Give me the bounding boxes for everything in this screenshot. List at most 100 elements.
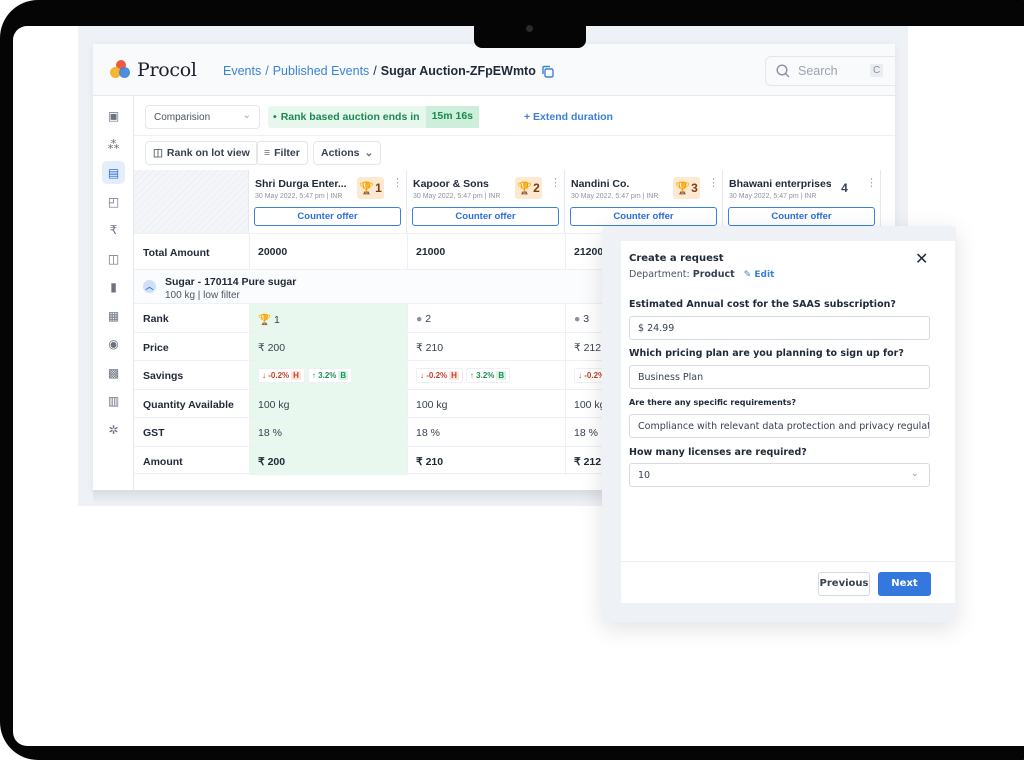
rank-on-lot-view-button[interactable]: ◫ Rank on lot view (145, 141, 258, 165)
layout-icon[interactable]: ▣ (102, 104, 125, 127)
rank-value: 1 (274, 314, 280, 326)
row-label: Amount (143, 455, 183, 468)
modal-title: Create a request (629, 253, 724, 264)
grid-corner (134, 170, 249, 233)
book-icon[interactable]: ◫ (102, 247, 125, 270)
trophy-icon: 🏆 (359, 181, 375, 195)
filter-icon: ≡ (264, 147, 271, 159)
vendor-header: Shri Durga Enter... 30 May 2022, 5:47 pm… (249, 170, 407, 233)
rank-number: 3 (691, 181, 698, 195)
vendor-name: Bhawani enterprises (729, 178, 832, 190)
vendor-meta: 30 May 2022, 5:47 pm | INR (255, 193, 343, 200)
rank-badge: 🏆 3 (673, 177, 700, 199)
store-icon[interactable]: ▦ (102, 304, 125, 327)
chevron-down-icon: ⌄ (910, 468, 919, 479)
auction-timer-badge: • Rank based auction ends in 15m 16s (268, 106, 480, 128)
total-amount-cell: 21000 (407, 234, 565, 270)
breadcrumb-separator: / (265, 64, 269, 78)
columns-icon: ◫ (153, 147, 163, 159)
bar-chart-icon[interactable]: ▮ (102, 275, 125, 298)
apps-icon[interactable]: ▩ (102, 361, 125, 384)
medal-icon: ● (574, 313, 581, 325)
row-label: Savings (143, 370, 184, 382)
next-button[interactable]: Next (878, 572, 931, 596)
camera-notch (474, 20, 586, 48)
database-icon[interactable]: ▥ (102, 389, 125, 412)
search-input[interactable]: Search C (765, 56, 895, 86)
rank-value: 2 (425, 313, 432, 325)
savings-down-pill: ↓ -0.2%H (258, 368, 305, 383)
more-options-icon[interactable]: ⋮ (550, 176, 561, 189)
total-amount-cell: 20000 (249, 234, 407, 270)
row-label: Total Amount (143, 247, 210, 259)
clipboard-icon[interactable]: ◰ (102, 190, 125, 213)
actions-label: Actions (321, 147, 360, 159)
price-cell: ₹ 210 (407, 332, 565, 361)
vendor-meta: 30 May 2022, 5:47 pm | INR (413, 193, 501, 200)
vendor-header: Nandini Co. 30 May 2022, 5:47 pm | INR 🏆… (565, 170, 723, 233)
extend-duration-link[interactable]: + Extend duration (524, 111, 613, 123)
annual-cost-input[interactable]: $ 24.99 (629, 316, 930, 340)
row-label: Rank (143, 313, 169, 325)
more-options-icon[interactable]: ⋮ (866, 176, 877, 189)
counter-offer-button[interactable]: Counter offer (570, 207, 717, 226)
view-select[interactable]: Comparision ⌄ (145, 105, 260, 129)
vendor-header: Kapoor & Sons 30 May 2022, 5:47 pm | INR… (407, 170, 565, 233)
calendar-icon[interactable]: ▤ (102, 161, 125, 184)
breadcrumb-separator: / (373, 64, 377, 78)
chevron-down-icon: ⌄ (242, 110, 251, 121)
vendor-meta: 30 May 2022, 5:47 pm | INR (729, 193, 817, 200)
breadcrumb-events[interactable]: Events (223, 64, 261, 78)
previous-button[interactable]: Previous (818, 572, 870, 596)
medal-icon: ● (416, 313, 423, 325)
create-request-modal: Create a request Department: Product ✎ E… (621, 241, 955, 603)
close-icon[interactable]: ✕ (915, 249, 928, 268)
counter-offer-button[interactable]: Counter offer (412, 207, 559, 226)
price-cell: ₹ 200 (249, 332, 407, 361)
search-icon (776, 64, 790, 78)
requirements-input[interactable]: Compliance with relevant data protection… (629, 414, 930, 438)
breadcrumb-published-events[interactable]: Published Events (273, 64, 370, 78)
search-shortcut: C (870, 64, 884, 77)
savings-cell: ↓ -0.2% H ↑ 3.2% B (249, 361, 407, 390)
view-toolbar: ◫ Rank on lot view ≡ Filter Actions ⌄ (134, 136, 895, 170)
chevron-up-icon[interactable]: ︿ (143, 280, 156, 293)
counter-offer-button[interactable]: Counter offer (728, 207, 875, 226)
auction-ends-text: Rank based auction ends in (280, 111, 420, 123)
more-options-icon[interactable]: ⋮ (392, 176, 403, 189)
rank-cell: ● 2 (407, 304, 565, 333)
vendor-header: Bhawani enterprises 30 May 2022, 5:47 pm… (723, 170, 881, 233)
workflow-icon[interactable]: ⁂ (102, 133, 125, 156)
copy-icon[interactable] (541, 65, 554, 78)
top-bar: Procol Events / Published Events / Sugar… (93, 44, 895, 96)
eye-icon[interactable]: ◉ (102, 332, 125, 355)
more-options-icon[interactable]: ⋮ (708, 176, 719, 189)
savings-down-pill: ↓ -0.2%H (416, 368, 463, 383)
department-value: Product (692, 269, 735, 280)
vendor-name: Nandini Co. (571, 178, 630, 190)
logo-icon (110, 60, 132, 80)
pricing-plan-input[interactable]: Business Plan (629, 365, 930, 389)
edit-department-link[interactable]: ✎ Edit (744, 270, 775, 280)
amount-cell: ₹ 210 (407, 446, 565, 475)
lot-title: Sugar - 170114 Pure sugar (165, 276, 297, 288)
savings-up-pill: ↑ 3.2% B (307, 368, 353, 383)
row-label: GST (143, 427, 165, 439)
rupee-icon[interactable]: ₹ (102, 218, 125, 241)
vendor-name: Kapoor & Sons (413, 178, 489, 190)
live-dot-icon: • (273, 111, 277, 123)
rank-value: 3 (583, 313, 590, 325)
counter-offer-button[interactable]: Counter offer (254, 207, 401, 226)
savings-up-pill: ↑ 3.2% B (465, 368, 511, 383)
sidebar: ▣ ⁂ ▤ ◰ ₹ ◫ ▮ ▦ ◉ ▩ ▥ ✲ (93, 96, 134, 490)
breadcrumb: Events / Published Events / Sugar Auctio… (223, 64, 554, 78)
trophy-icon: 🏆 (517, 181, 533, 195)
licenses-select[interactable]: 10 ⌄ (629, 463, 930, 487)
logo[interactable]: Procol (110, 59, 197, 81)
rank-number: 1 (375, 181, 382, 195)
rank-badge: 4 (831, 177, 858, 199)
field-label: Are there any specific requirements? (629, 398, 796, 407)
settings-icon[interactable]: ✲ (102, 418, 125, 441)
filter-button[interactable]: ≡ Filter (256, 141, 308, 165)
actions-button[interactable]: Actions ⌄ (313, 141, 382, 165)
